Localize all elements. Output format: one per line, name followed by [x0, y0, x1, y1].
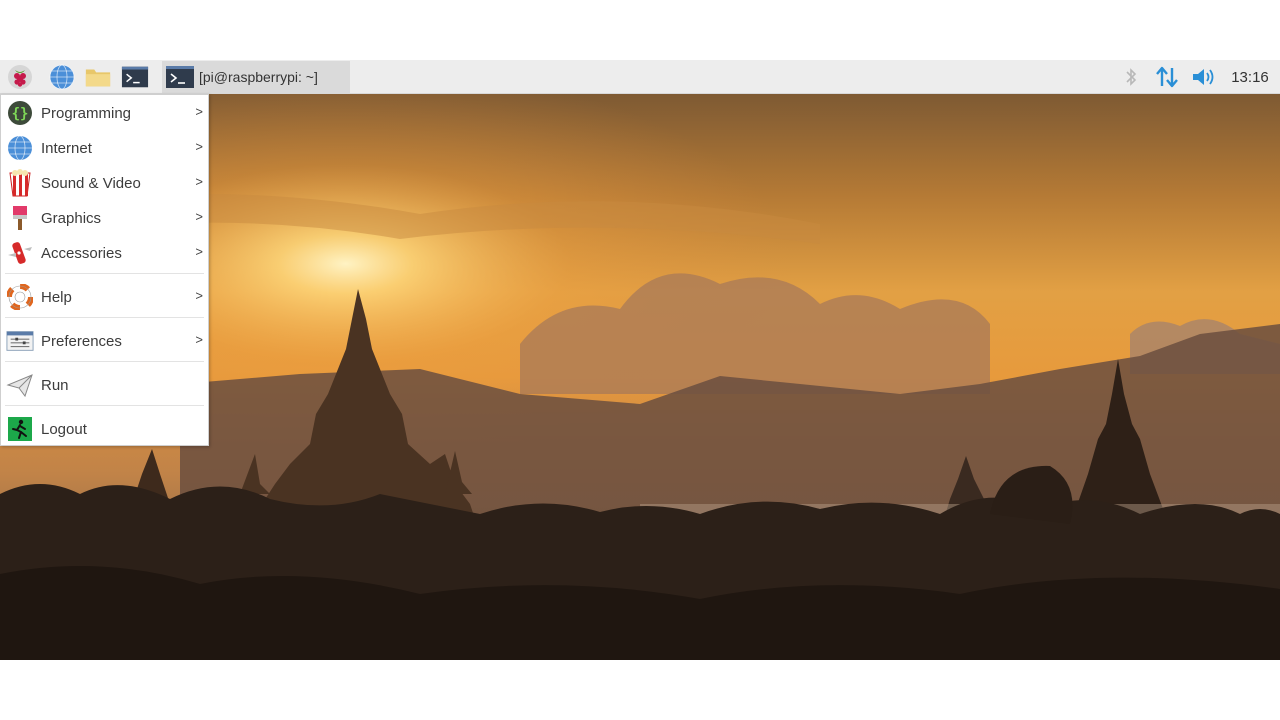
clock-time: 13:16	[1231, 68, 1269, 86]
taskbar: [pi@raspberrypi: ~] 13:16	[0, 60, 1280, 94]
menu-item-programming[interactable]: {} Programming >	[1, 96, 208, 130]
menu-item-label: Sound & Video	[41, 174, 141, 192]
terminal-icon	[166, 66, 194, 88]
submenu-arrow-icon: >	[195, 209, 203, 224]
application-menu: {} Programming > Internet > Sound & Vide…	[0, 94, 209, 446]
submenu-arrow-icon: >	[195, 174, 203, 189]
network-tray-button[interactable]	[1152, 60, 1182, 94]
globe-icon	[49, 64, 75, 90]
programming-icon: {}	[6, 99, 34, 127]
paper-plane-icon	[6, 371, 34, 399]
web-browser-button[interactable]	[48, 63, 76, 91]
raspberry-icon	[8, 65, 32, 89]
menu-item-run[interactable]: Run	[1, 368, 208, 402]
preferences-icon	[6, 327, 34, 355]
menu-separator	[5, 361, 204, 362]
bluetooth-tray-button[interactable]	[1118, 60, 1144, 94]
globe-icon	[6, 134, 34, 162]
file-manager-button[interactable]	[84, 63, 112, 91]
network-updown-icon	[1156, 66, 1178, 88]
bluetooth-icon	[1126, 68, 1137, 86]
menu-item-label: Logout	[41, 420, 87, 438]
folder-icon	[85, 69, 111, 87]
task-button-label: [pi@raspberrypi: ~]	[199, 69, 318, 85]
menu-item-logout[interactable]: Logout	[1, 412, 208, 446]
menu-item-internet[interactable]: Internet >	[1, 131, 208, 165]
menu-item-label: Run	[41, 376, 69, 394]
paintbrush-icon	[6, 204, 34, 232]
menu-item-label: Accessories	[41, 244, 122, 262]
multitool-icon	[6, 239, 34, 267]
exit-running-man-icon	[6, 415, 34, 443]
terminal-launcher-button[interactable]	[121, 63, 149, 91]
submenu-arrow-icon: >	[195, 332, 203, 347]
menu-separator	[5, 405, 204, 406]
menu-item-label: Preferences	[41, 332, 122, 350]
menu-item-accessories[interactable]: Accessories >	[1, 236, 208, 270]
menu-item-label: Internet	[41, 139, 92, 157]
menu-item-graphics[interactable]: Graphics >	[1, 201, 208, 235]
popcorn-icon	[6, 169, 34, 197]
raspberry-menu-button[interactable]	[6, 63, 34, 91]
svg-text:{}: {}	[12, 106, 29, 122]
volume-icon	[1193, 69, 1214, 85]
terminal-icon	[121, 66, 149, 88]
submenu-arrow-icon: >	[195, 288, 203, 303]
menu-item-label: Programming	[41, 104, 132, 122]
clock[interactable]: 13:16	[1226, 60, 1274, 94]
submenu-arrow-icon: >	[195, 139, 203, 154]
volume-tray-button[interactable]	[1188, 60, 1220, 94]
menu-item-label: Help	[41, 288, 72, 306]
menu-item-help[interactable]: Help >	[1, 280, 208, 314]
menu-item-sound-video[interactable]: Sound & Video >	[1, 166, 208, 200]
submenu-arrow-icon: >	[195, 104, 203, 119]
task-button-terminal[interactable]: [pi@raspberrypi: ~]	[162, 61, 350, 93]
lifebuoy-icon	[6, 283, 34, 311]
menu-item-preferences[interactable]: Preferences >	[1, 324, 208, 358]
submenu-arrow-icon: >	[195, 244, 203, 259]
menu-separator	[5, 273, 204, 274]
menu-separator	[5, 317, 204, 318]
desktop-screen: [pi@raspberrypi: ~] 13:16 {} Programming…	[0, 60, 1280, 660]
menu-item-label: Graphics	[41, 209, 102, 227]
